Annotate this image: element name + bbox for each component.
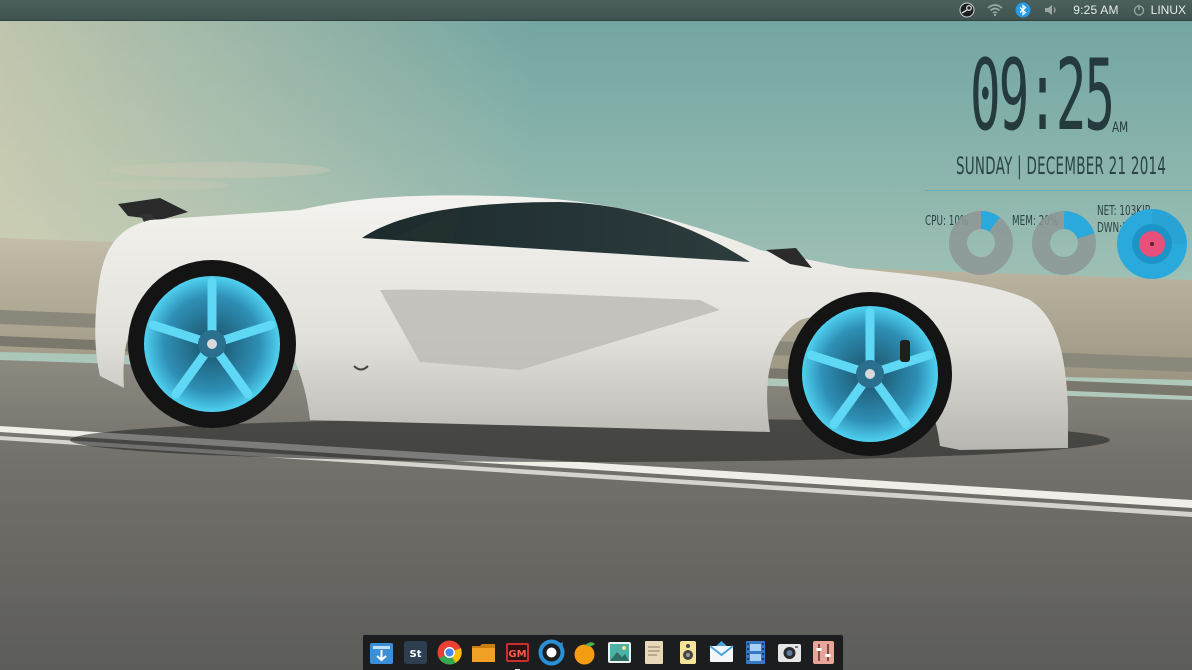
panel-clock[interactable]: 9:25 AM	[1065, 0, 1130, 21]
camera-icon	[778, 644, 801, 662]
dock-item-mail[interactable]	[707, 638, 736, 667]
mixer-icon	[813, 641, 834, 664]
dock: St GM	[362, 634, 844, 670]
conky-clock: 09:25	[970, 38, 1160, 146]
dock-item-fruit-app[interactable]	[571, 638, 600, 667]
conky-ampm: AM	[1112, 120, 1129, 136]
dock-item-text-editor[interactable]	[639, 638, 668, 667]
volume-icon[interactable]	[1037, 0, 1065, 21]
folder-icon	[472, 644, 495, 662]
image-icon	[608, 642, 631, 663]
steam-icon[interactable]	[953, 0, 981, 21]
net-center-dot	[1150, 242, 1154, 246]
conky-divider	[925, 190, 1192, 191]
session-label: LINUX	[1150, 3, 1186, 17]
power-icon	[1133, 4, 1144, 16]
conky-time: 09:25	[970, 39, 1115, 153]
svg-text:St: St	[410, 649, 422, 660]
cpu-gauge	[948, 210, 1014, 276]
bluetooth-icon[interactable]	[1009, 0, 1037, 21]
dock-item-settings[interactable]	[809, 638, 838, 667]
session-menu[interactable]: LINUX	[1131, 0, 1186, 21]
mem-gauge-fill	[1064, 211, 1095, 239]
dock-item-image-viewer[interactable]	[605, 638, 634, 667]
film-icon	[746, 641, 765, 664]
wifi-icon[interactable]	[981, 0, 1009, 21]
gmail-icon: GM	[506, 643, 529, 662]
mail-icon	[709, 641, 734, 662]
mem-gauge	[1031, 210, 1097, 276]
sync-icon	[538, 639, 565, 666]
dock-item-sublime-text[interactable]: St	[401, 638, 430, 667]
document-icon	[645, 641, 663, 664]
dock-item-gmail[interactable]: GM	[503, 638, 532, 670]
orange-icon	[574, 642, 595, 665]
conky-date: SUNDAY | DECEMBER 21 2014	[956, 152, 1167, 180]
dock-item-sync[interactable]	[537, 638, 566, 667]
dock-item-software-center[interactable]	[367, 638, 396, 667]
dock-item-camera[interactable]	[775, 638, 804, 667]
svg-text:GM: GM	[508, 649, 526, 660]
dock-item-chrome[interactable]	[435, 638, 464, 667]
chrome-icon	[437, 640, 462, 665]
net-gauge	[1116, 208, 1188, 280]
package-icon	[370, 643, 393, 664]
sublime-icon: St	[404, 641, 427, 664]
top-panel: 9:25 AM LINUX	[0, 0, 1192, 21]
dock-item-music-player[interactable]	[673, 638, 702, 667]
speaker-icon	[680, 641, 696, 664]
dock-item-files[interactable]	[469, 638, 498, 667]
dock-item-video-player[interactable]	[741, 638, 770, 667]
